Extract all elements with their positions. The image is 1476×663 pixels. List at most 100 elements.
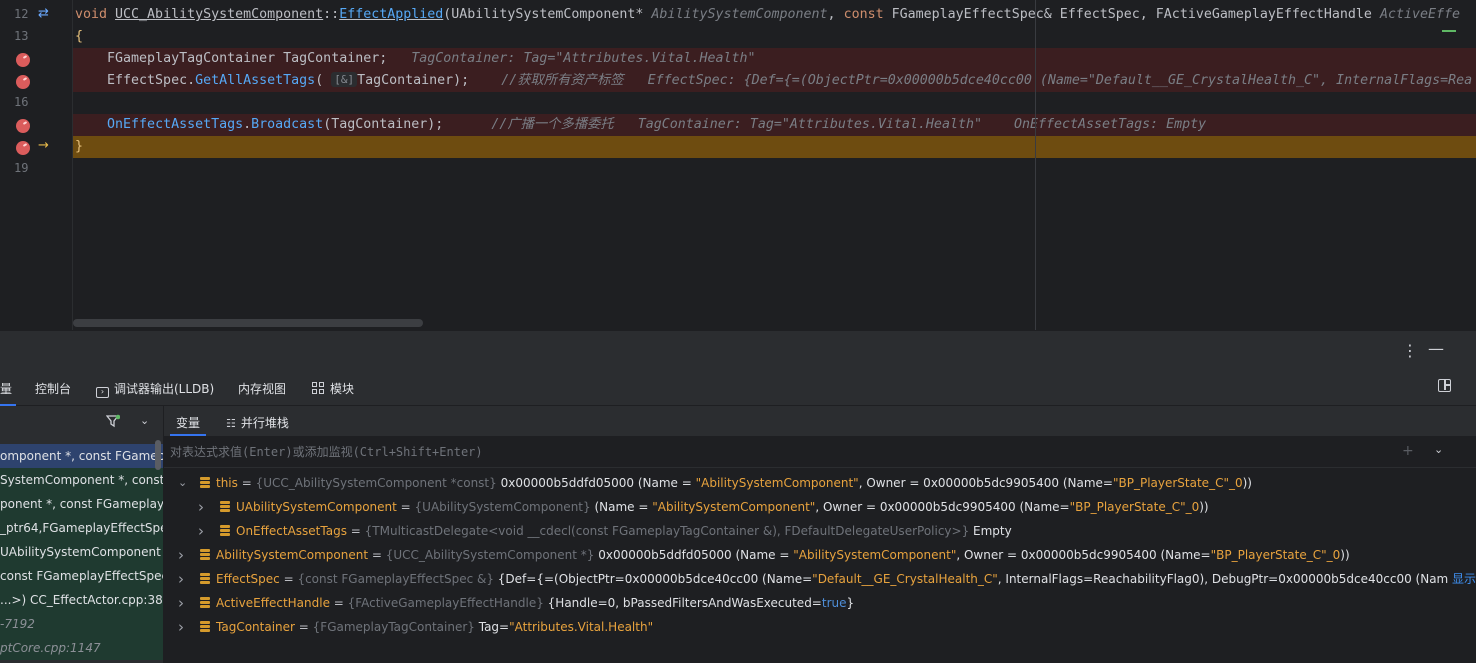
variable-value: {Handle=0, bPassedFiltersAndWasExecuted=	[543, 596, 822, 610]
variable-text: TagContainer = {FGameplayTagContainer} T…	[216, 620, 654, 634]
tab-modules[interactable]: 模块	[312, 380, 354, 397]
variable-row[interactable]: › OnEffectAssetTags = {TMulticastDelegate…	[164, 519, 1476, 543]
tab-memory-view[interactable]: 内存视图	[238, 380, 286, 397]
stack-frame[interactable]: ...>) CC_EffectActor.cpp:38	[0, 588, 163, 612]
code-token: {	[75, 29, 84, 44]
breakpoint-icon[interactable]	[16, 75, 30, 89]
chevron-right-icon[interactable]: ›	[198, 519, 204, 543]
line-number: 13	[14, 29, 29, 43]
minimize-icon[interactable]: —	[1428, 339, 1444, 358]
code-token: Broadcast	[251, 117, 324, 132]
chevron-down-icon[interactable]: ⌄	[140, 414, 149, 427]
stack-frame[interactable]: const FGameplayEffectSpec &	[0, 564, 163, 588]
breakpoint-icon[interactable]	[16, 119, 30, 133]
code-token: }	[75, 139, 84, 154]
tab-console[interactable]: 控制台	[35, 380, 71, 397]
evaluate-expression-input[interactable]	[170, 442, 1370, 462]
code-line[interactable]: }	[73, 136, 1476, 158]
variable-value: "BP_PlayerState_C"_0	[1112, 476, 1243, 490]
tab-debugger-output[interactable]: › 调试器输出(LLDB)	[96, 380, 214, 398]
variable-value: "BP_PlayerState_C"_0	[1210, 548, 1341, 562]
code-token: ActiveEffe	[1379, 7, 1461, 22]
tab-parallel-stacks[interactable]: ☷ 并行堆栈	[226, 414, 289, 431]
variable-row[interactable]: › AbilitySystemComponent = {UCC_AbilitySy…	[164, 543, 1476, 567]
chevron-right-icon[interactable]: ›	[178, 543, 184, 567]
chevron-down-icon[interactable]: ⌄	[1434, 443, 1443, 456]
code-token: FGameplayEffectSpec	[891, 7, 1044, 22]
tab-parallel-stacks-label: 并行堆栈	[240, 416, 289, 430]
variables-subtabs: 变量 ☷ 并行堆栈	[164, 406, 1476, 436]
breakpoint-icon[interactable]	[16, 53, 30, 67]
stack-frame[interactable]: SystemComponent *, const F	[0, 468, 163, 492]
stack-frame[interactable]: _ptr64,FGameplayEffectSpec	[0, 516, 163, 540]
editor-gutter[interactable]: 12 ⇄ 13 16 → 19	[0, 0, 73, 330]
override-icon[interactable]: ⇄	[38, 6, 49, 21]
code-line[interactable]: FGameplayTagContainer TagContainer; TagC…	[73, 48, 1476, 70]
chevron-right-icon[interactable]: ›	[198, 495, 204, 519]
gutter-line[interactable]: 13	[0, 26, 73, 48]
show-more-link[interactable]: 显示	[1447, 567, 1476, 591]
variable-name: OnEffectAssetTags	[236, 524, 347, 538]
frames-scrollbar[interactable]	[155, 440, 161, 470]
gutter-line[interactable]: 19	[0, 158, 73, 180]
variable-name: this	[216, 476, 238, 490]
code-token: ,	[827, 7, 844, 22]
gutter-line[interactable]	[0, 114, 73, 136]
editor-horizontal-scrollbar[interactable]	[73, 319, 423, 327]
code-line[interactable]: {	[73, 26, 1476, 48]
stack-frame[interactable]: -7192	[0, 612, 163, 636]
field-icon	[200, 549, 210, 561]
filter-icon[interactable]	[105, 414, 121, 428]
gutter-line[interactable]: 16	[0, 92, 73, 114]
variable-row[interactable]: › TagContainer = {FGameplayTagContainer} …	[164, 615, 1476, 639]
variable-text: UAbilitySystemComponent = {UAbilitySyste…	[236, 500, 1209, 514]
gutter-line[interactable]	[0, 48, 73, 70]
stack-frame[interactable]: UAbilitySystemComponent *,	[0, 540, 163, 564]
code-line[interactable]	[73, 158, 1476, 180]
code-line[interactable]	[73, 92, 1476, 114]
code-line[interactable]: void UCC_AbilitySystemComponent::EffectA…	[73, 4, 1476, 26]
tab-variables-partial[interactable]: 量	[0, 380, 17, 406]
more-options-icon[interactable]: ⋮	[1402, 341, 1418, 360]
field-icon	[200, 573, 210, 585]
code-editor[interactable]: 12 ⇄ 13 16 → 19 void UCC_AbilitySystemCompone…	[0, 0, 1476, 330]
gutter-line[interactable]	[0, 70, 73, 92]
inline-debug-hint: EffectSpec: {Def={=(ObjectPtr=0x00000b5d…	[647, 73, 1473, 88]
variable-value: "AbilitySystemComponent"	[695, 476, 859, 490]
code-token: UAbilitySystemComponent	[451, 7, 636, 22]
gutter-line[interactable]: 12 ⇄	[0, 4, 73, 26]
variable-name: UAbilitySystemComponent	[236, 500, 397, 514]
chevron-down-icon[interactable]: ⌄	[178, 471, 187, 495]
code-token: EffectSpec.	[75, 73, 196, 88]
code-line[interactable]: EffectSpec.GetAllAssetTags( [&] TagContai…	[73, 70, 1476, 92]
chevron-right-icon[interactable]: ›	[178, 591, 184, 615]
variable-value: Tag=	[474, 620, 510, 634]
line-number: 12	[14, 7, 29, 21]
variable-row[interactable]: › ActiveEffectHandle = {FActiveGameplayEf…	[164, 591, 1476, 615]
code-token: UCC_AbilitySystemComponent	[115, 7, 324, 22]
stack-frame[interactable]: omponent *, const FGamepla	[0, 444, 163, 468]
chevron-right-icon[interactable]: ›	[178, 615, 184, 639]
code-area[interactable]: void UCC_AbilitySystemComponent::EffectA…	[73, 0, 1476, 330]
right-margin-guide	[1035, 0, 1036, 330]
variable-value: Empty	[969, 524, 1012, 538]
field-icon	[220, 525, 230, 537]
stack-frame[interactable]: ponent *, const FGameplayEffe	[0, 492, 163, 516]
variable-row[interactable]: › UAbilitySystemComponent = {UAbilitySyst…	[164, 495, 1476, 519]
variable-row[interactable]: ⌄ this = {UCC_AbilitySystemComponent *con…	[164, 471, 1476, 495]
code-token: //获取所有资产标签	[501, 73, 648, 88]
line-number: 16	[14, 95, 29, 109]
stack-frame[interactable]: ptCore.cpp:1147	[0, 636, 163, 660]
inline-debug-hint: TagContainer: Tag="Attributes.Vital.Heal…	[637, 117, 1207, 132]
code-line[interactable]: OnEffectAssetTags.Broadcast(TagContainer…	[73, 114, 1476, 136]
gutter-line[interactable]: →	[0, 136, 73, 158]
breakpoint-icon[interactable]	[16, 141, 30, 155]
variable-value: "AbilitySystemComponent"	[652, 500, 816, 514]
tab-variables[interactable]: 变量	[169, 414, 207, 436]
variable-row[interactable]: › EffectSpec = {const FGameplayEffectSpec…	[164, 567, 1476, 591]
layout-icon[interactable]	[1438, 379, 1451, 392]
chevron-right-icon[interactable]: ›	[178, 567, 184, 591]
add-watch-icon[interactable]: +	[1402, 443, 1414, 459]
